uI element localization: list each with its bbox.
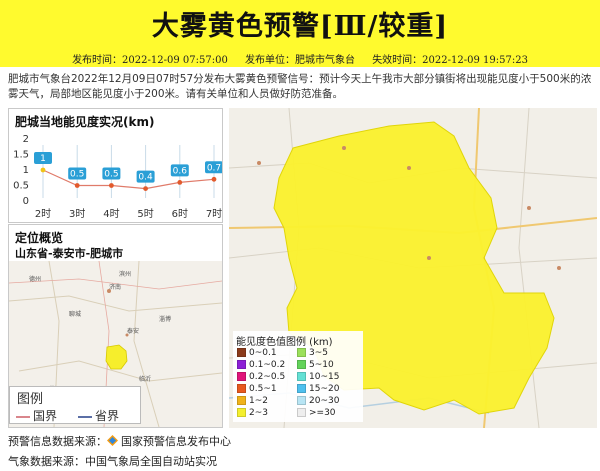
data-point <box>211 176 217 182</box>
warning-center-logo-icon <box>107 435 118 446</box>
legend-label: 3~5 <box>309 348 328 358</box>
y-tick-label: 1 <box>23 165 29 176</box>
data-point <box>143 186 149 191</box>
location-panel: 定位概览 山东省-泰安市-肥城市 德州滨州 济南聊城 淄博泰安 菏泽临沂 图例 … <box>8 224 223 428</box>
visibility-legend-item: 0.2~0.5 <box>237 372 285 382</box>
legend-label: 2~3 <box>249 408 268 418</box>
y-tick-label: 2 <box>23 134 29 145</box>
svg-text:德州: 德州 <box>29 275 41 283</box>
y-tick-label: 0 <box>23 196 29 207</box>
visibility-panel-title: 肥城当地能见度实况(km) <box>15 115 155 129</box>
expire-time: 失效时间：2022-12-09 19:57:23 <box>372 55 528 66</box>
warning-description: 肥城市气象台2022年12月09日07时57分发布大雾黄色预警信号：预计今天上午… <box>8 73 592 100</box>
legend-swatch-icon <box>237 360 246 369</box>
visibility-chart: 0 0.5 1 1.5 2 1 2时 0.5 3时 0.5 4时 0.4 5时 0.6 6时 0.7 7时 <box>13 134 222 220</box>
legend-swatch-icon <box>297 384 306 393</box>
x-tick-label: 3时 <box>69 208 85 220</box>
legend-label: 15~20 <box>309 384 340 394</box>
national-border-label: 国界 <box>33 409 58 423</box>
legend-swatch-icon <box>237 408 246 417</box>
publish-time: 发布时间：2022-12-09 07:57:00 <box>72 55 228 66</box>
visibility-legend-title: 能见度色值图例 (km) <box>236 337 333 348</box>
legend-label: 10~15 <box>309 372 340 382</box>
visibility-legend-item: 2~3 <box>237 408 268 418</box>
legend-swatch-icon <box>297 396 306 405</box>
location-panel-title: 定位概览 <box>15 231 64 245</box>
data-label: 0.5 <box>70 170 84 180</box>
visibility-legend-item: >=30 <box>297 408 336 418</box>
visibility-panel: 肥城当地能见度实况(km) 0 0.5 1 1.5 2 1 2时 0.5 3时 0.5 4时 0.4 5… <box>8 108 223 223</box>
y-tick-label: 0.5 <box>13 181 29 192</box>
visibility-legend-item: 10~15 <box>297 372 339 382</box>
visibility-legend-item: 20~30 <box>297 396 339 406</box>
map-legend-title: 图例 <box>17 392 44 407</box>
warning-title: 大雾黄色预警[Ⅲ/较重] <box>151 11 449 42</box>
y-tick-label: 1.5 <box>13 150 29 161</box>
national-border-icon <box>16 415 30 418</box>
legend-swatch-icon <box>297 348 306 357</box>
legend-swatch-icon <box>237 396 246 405</box>
data-label: 0.6 <box>173 166 188 176</box>
data-label: 1 <box>40 154 46 164</box>
legend-swatch-icon <box>237 384 246 393</box>
legend-label: >=30 <box>309 408 336 418</box>
data-point <box>74 183 80 188</box>
visibility-legend-item: 15~20 <box>297 384 339 394</box>
x-tick-label: 4时 <box>103 208 119 220</box>
svg-text:滨州: 滨州 <box>119 270 131 278</box>
visibility-legend-item: 0.5~1 <box>237 384 277 394</box>
svg-text:济南: 济南 <box>109 283 121 291</box>
legend-swatch-icon <box>297 360 306 369</box>
publisher: 发布单位：肥城市气象台 <box>245 55 355 66</box>
legend-swatch-icon <box>297 408 306 417</box>
visibility-legend-item: 5~10 <box>297 360 334 370</box>
legend-swatch-icon <box>237 372 246 381</box>
svg-text:聊城: 聊城 <box>69 310 81 318</box>
visibility-legend-item: 1~2 <box>237 396 268 406</box>
svg-text:淄博: 淄博 <box>159 315 171 323</box>
location-name: 山东省-泰安市-肥城市 <box>15 247 124 260</box>
weather-data-source: 气象数据来源：中国气象局全国自动站实况 <box>8 455 217 468</box>
warning-meta: 发布时间：2022-12-09 07:57:00 发布单位：肥城市气象台 失效时… <box>0 51 600 66</box>
legend-label: 20~30 <box>309 396 340 406</box>
svg-text:临沂: 临沂 <box>139 375 151 383</box>
data-point <box>40 167 46 173</box>
x-tick-label: 5时 <box>137 208 153 220</box>
warning-source: 预警信息数据来源： 国家预警信息发布中心 <box>8 433 231 449</box>
visibility-legend-item: 0.1~0.2 <box>237 360 285 370</box>
svg-text:泰安: 泰安 <box>127 327 139 335</box>
warning-source-label: 预警信息数据来源： <box>8 435 107 448</box>
warning-header: 大雾黄色预警[Ⅲ/较重] 发布时间：2022-12-09 07:57:00 发布… <box>0 0 600 67</box>
data-point <box>109 183 114 188</box>
visibility-legend-item: 3~5 <box>297 348 328 358</box>
warning-center-link[interactable]: 国家预警信息发布中心 <box>121 435 231 448</box>
visibility-color-legend: 能见度色值图例 (km) 0~0.1 3~5 0.1~0.2 5~10 0.2~0.5 1… <box>233 331 363 422</box>
legend-label: 0.5~1 <box>249 384 277 394</box>
data-label: 0.7 <box>207 163 221 173</box>
data-label: 0.4 <box>138 173 153 183</box>
x-tick-label: 6时 <box>172 208 188 220</box>
data-point <box>177 180 183 185</box>
legend-swatch-icon <box>237 348 246 357</box>
x-tick-label: 2时 <box>35 208 51 220</box>
legend-label: 0.1~0.2 <box>249 360 286 370</box>
visibility-legend-item: 0~0.1 <box>237 348 277 358</box>
provincial-border-label: 省界 <box>95 409 120 423</box>
legend-swatch-icon <box>297 372 306 381</box>
legend-label: 0.2~0.5 <box>249 372 286 382</box>
legend-label: 1~2 <box>249 396 268 406</box>
data-label: 0.5 <box>104 170 118 180</box>
legend-label: 5~10 <box>309 360 334 370</box>
provincial-border-icon <box>78 415 92 418</box>
x-tick-label: 7时 <box>206 208 222 220</box>
map-legend: 图例 国界 省界 <box>9 386 141 424</box>
legend-label: 0~0.1 <box>249 348 277 358</box>
